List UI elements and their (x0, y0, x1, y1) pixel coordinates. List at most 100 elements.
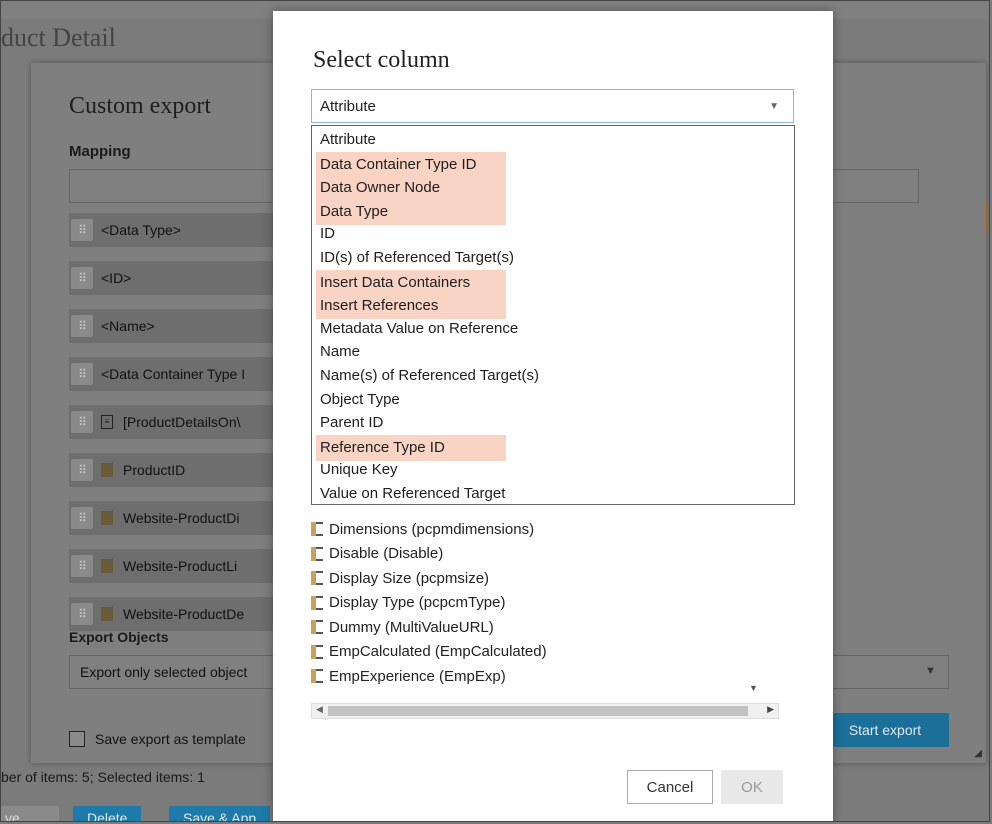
attribute-icon (311, 644, 323, 659)
dropdown-option[interactable]: Parent ID (312, 411, 794, 435)
drag-handle-icon[interactable]: ⠿ (71, 411, 93, 433)
column-type-dropdown-list[interactable]: Attribute Data Container Type ID Data Owne… (311, 125, 795, 505)
dropdown-option-label: Insert Data Containers (316, 269, 506, 296)
dropdown-option-label: Data Owner Node (316, 175, 506, 202)
dropdown-option-label: Data Type (316, 198, 506, 225)
attribute-icon (101, 559, 113, 573)
scroll-right-arrow-icon[interactable]: ▶ (767, 704, 774, 715)
dropdown-option-label: Attribute (320, 131, 376, 148)
list-item[interactable]: Display Type (pcpcmType) (311, 591, 795, 616)
dropdown-option-label: Metadata Value on Reference (320, 319, 519, 337)
background-delete-button[interactable]: Delete (73, 806, 142, 821)
drag-handle-icon[interactable]: ⠿ (71, 603, 93, 625)
save-template-option[interactable]: Save export as template (69, 731, 246, 747)
dropdown-option[interactable]: Attribute (312, 128, 794, 152)
dropdown-option-label: Data Container Type ID (316, 151, 506, 178)
scroll-down-arrow-icon[interactable]: ▼ (749, 683, 758, 693)
list-item[interactable]: EmpExperience (EmpExp) (311, 664, 795, 689)
mapping-row[interactable]: ⠿ Website-ProductDe (69, 597, 279, 631)
list-item-label: Disable (Disable) (329, 545, 444, 563)
drag-handle-icon[interactable]: ⠿ (71, 363, 93, 385)
scroll-left-arrow-icon[interactable]: ◀ (316, 704, 323, 715)
column-type-value: Attribute (320, 98, 376, 115)
mapping-row[interactable]: ⠿ <Data Type> (69, 213, 279, 247)
cancel-button[interactable]: Cancel (627, 770, 713, 804)
dropdown-option-label: Unique Key (320, 461, 398, 479)
drag-handle-icon[interactable]: ⠿ (71, 555, 93, 577)
dropdown-option[interactable]: Data Type (312, 198, 794, 225)
list-item-label: Display Size (pcpmsize) (329, 569, 490, 587)
mapping-row-label: Website-ProductLi (123, 558, 238, 574)
mapping-row[interactable]: ⠿ <Name> (69, 309, 279, 343)
chevron-down-icon: ▼ (925, 665, 936, 677)
drag-handle-icon[interactable]: ⠿ (71, 459, 93, 481)
dropdown-option-label: Name (320, 343, 361, 361)
ok-button[interactable]: OK (721, 770, 783, 804)
mapping-row-label: [ProductDetailsOn\ (123, 414, 241, 430)
dropdown-option-label: Parent ID (320, 414, 384, 432)
list-item-label: EmpExperience (EmpExp) (329, 667, 506, 685)
list-item[interactable]: Dummy (MultiValueURL) (311, 615, 795, 640)
dropdown-option[interactable]: ID(s) of Referenced Target(s) (312, 246, 794, 270)
export-objects-value: Export only selected object (80, 664, 248, 680)
attribute-icon (311, 669, 323, 684)
drag-handle-icon[interactable]: ⠿ (71, 267, 93, 289)
chevron-down-icon: ▼ (769, 101, 779, 112)
drag-handle-icon[interactable]: ⠿ (71, 219, 93, 241)
attribute-icon (311, 620, 323, 635)
mapping-row[interactable]: ⠿ ≡ [ProductDetailsOn\ (69, 405, 279, 439)
dropdown-option-label: Insert References (316, 293, 506, 320)
mapping-row[interactable]: ⠿ Website-ProductDi (69, 501, 279, 535)
attribute-list[interactable]: Dimensions (pcpmdimensions) Disable (Disa… (311, 505, 795, 723)
mapping-row[interactable]: ⠿ <ID> (69, 261, 279, 295)
select-column-dialog: Select column Attribute ▼ Dimensions (pc… (273, 11, 833, 821)
custom-export-title: Custom export (69, 93, 211, 119)
dropdown-option[interactable]: Value on Referenced Target (312, 482, 794, 506)
drag-handle-icon[interactable]: ⠿ (71, 507, 93, 529)
mapping-row-label: <Name> (101, 318, 155, 334)
save-template-checkbox[interactable] (69, 731, 85, 747)
dropdown-option-label: ID(s) of Referenced Target(s) (320, 248, 514, 266)
horizontal-scroll-thumb[interactable] (328, 706, 748, 716)
drag-handle-icon[interactable]: ⠿ (71, 315, 93, 337)
horizontal-scrollbar[interactable]: ◀ ▶ (311, 703, 779, 719)
document-icon: ≡ (101, 415, 113, 429)
dropdown-option[interactable]: Unique Key (312, 458, 794, 482)
background-button-1[interactable]: ve (1, 806, 59, 821)
dropdown-option[interactable]: Reference Type ID (312, 434, 794, 461)
list-item[interactable]: Dimensions (pcpmdimensions) (311, 517, 795, 542)
dropdown-option[interactable]: Metadata Value on Reference (312, 317, 794, 341)
attribute-icon (311, 522, 323, 537)
mapping-label: Mapping (69, 143, 131, 160)
export-objects-label: Export Objects (69, 629, 169, 645)
mapping-row[interactable]: ⠿ <Data Container Type I (69, 357, 279, 391)
list-item-label: Display Type (pcpcmType) (329, 594, 506, 612)
list-item-label: EmpCalculated (EmpCalculated) (329, 643, 547, 661)
dropdown-option[interactable]: Data Container Type ID (312, 151, 794, 178)
start-export-button[interactable]: Start export (821, 713, 949, 747)
mapping-row-label: <Data Type> (101, 222, 181, 238)
dropdown-option[interactable]: Data Owner Node (312, 175, 794, 202)
attribute-icon (101, 511, 113, 525)
list-item[interactable]: Disable (Disable) (311, 542, 795, 567)
resize-grip-icon[interactable]: ◢ (974, 748, 982, 759)
dropdown-option[interactable]: Insert References (312, 293, 794, 320)
dropdown-option[interactable]: ID (312, 222, 794, 246)
dropdown-option[interactable]: Insert Data Containers (312, 269, 794, 296)
column-type-combobox[interactable]: Attribute ▼ (311, 89, 794, 123)
save-template-label: Save export as template (95, 731, 246, 747)
dropdown-option[interactable]: Name (312, 340, 794, 364)
list-item[interactable]: EmpCalculated (EmpCalculated) (311, 640, 795, 665)
mapping-row[interactable]: ⠿ Website-ProductLi (69, 549, 279, 583)
list-item-label: Dummy (MultiValueURL) (329, 618, 494, 636)
mapping-row[interactable]: ⠿ ProductID (69, 453, 279, 487)
dropdown-option[interactable]: Name(s) of Referenced Target(s) (312, 364, 794, 388)
attribute-icon (311, 595, 323, 610)
attribute-icon (101, 463, 113, 477)
background-save-apply-button[interactable]: Save & App (169, 806, 271, 821)
dropdown-option-label: Object Type (320, 390, 400, 408)
list-item[interactable]: Display Size (pcpmsize) (311, 566, 795, 591)
dropdown-option-label: Reference Type ID (316, 434, 506, 461)
dropdown-option[interactable]: Object Type (312, 388, 794, 412)
dropdown-option-label: Name(s) of Referenced Target(s) (320, 366, 539, 384)
